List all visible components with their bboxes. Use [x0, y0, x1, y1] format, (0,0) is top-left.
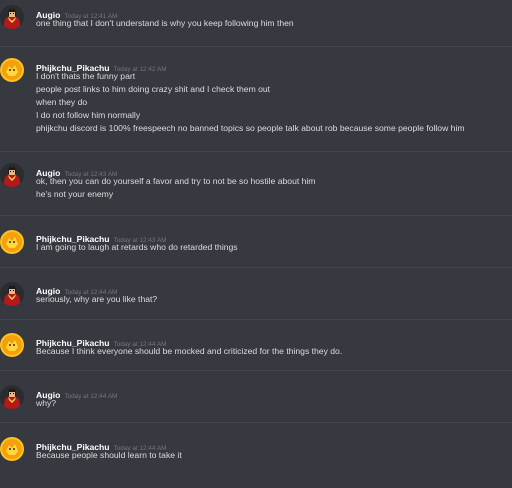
vampire-avatar[interactable]: [0, 5, 24, 29]
message-text: he's not your enemy: [36, 189, 114, 199]
message-text: Because people should learn to take it: [36, 450, 182, 460]
timestamp: Today at 12:44 AM: [64, 393, 118, 400]
message-text: ok, then you can do yourself a favor and…: [36, 176, 316, 186]
divider: [0, 422, 512, 423]
message-text: phijkchu discord is 100% freespeech no b…: [36, 123, 465, 133]
vampire-avatar[interactable]: [0, 385, 24, 409]
vampire-avatar-icon: [0, 163, 24, 187]
vampire-avatar-icon: [0, 282, 24, 306]
message-text: I don't thats the funny part: [36, 71, 136, 81]
message-text: seriously, why are you like that?: [36, 294, 158, 304]
message-text: people post links to him doing crazy shi…: [36, 84, 271, 94]
pikachu-avatar[interactable]: [0, 58, 24, 82]
divider: [0, 151, 512, 152]
divider: [0, 46, 512, 47]
vampire-avatar-icon: [0, 385, 24, 409]
message-text: why?: [36, 398, 57, 408]
message-text: Because I think everyone should be mocke…: [36, 346, 343, 356]
pikachu-avatar[interactable]: [0, 437, 24, 461]
message-text: I do not follow him normally: [36, 110, 141, 120]
pikachu-avatar[interactable]: [0, 333, 24, 357]
vampire-avatar-icon: [0, 5, 24, 29]
pikachu-avatar-icon: [0, 437, 24, 461]
divider: [0, 215, 512, 216]
pikachu-avatar[interactable]: [0, 230, 24, 254]
message-text: when they do: [36, 97, 88, 107]
message-text: I am going to laugh at retards who do re…: [36, 242, 238, 252]
vampire-avatar[interactable]: [0, 282, 24, 306]
divider: [0, 319, 512, 320]
vampire-avatar[interactable]: [0, 163, 24, 187]
divider: [0, 370, 512, 371]
divider: [0, 267, 512, 268]
pikachu-avatar-icon: [0, 333, 24, 357]
chat-messages: Augio Today at 12:41 AM one thing that I …: [0, 0, 512, 488]
pikachu-avatar-icon: [0, 58, 24, 82]
pikachu-avatar-icon: [0, 230, 24, 254]
message-text: one thing that I don't understand is why…: [36, 18, 294, 28]
